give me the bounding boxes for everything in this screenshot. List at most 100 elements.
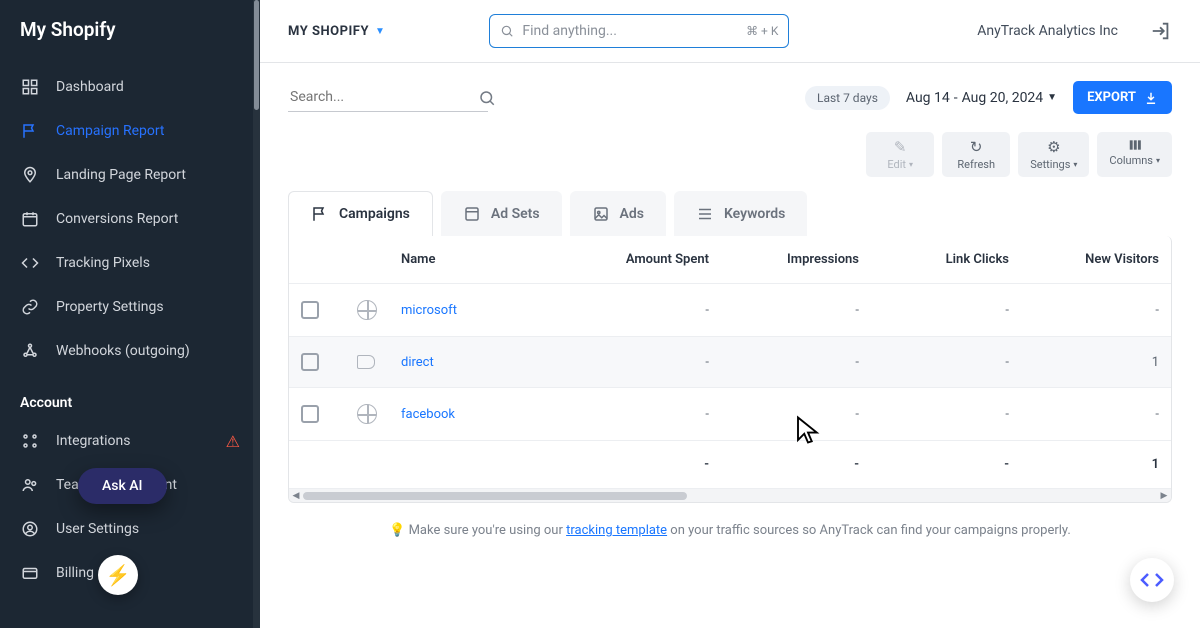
- globe-icon: [357, 404, 377, 424]
- tabs: Campaigns Ad Sets Ads Keywords: [288, 191, 1172, 236]
- columns-icon: [1127, 138, 1143, 152]
- content: Last 7 days Aug 14 - Aug 20, 2024 ▼ EXPO…: [260, 63, 1200, 628]
- sidebar-item-label: Campaign Report: [56, 123, 165, 139]
- sidebar-item-label: Billing: [56, 565, 94, 581]
- org-name: AnyTrack Analytics Inc: [977, 23, 1118, 39]
- bolt-fab[interactable]: ⚡: [98, 555, 138, 595]
- user-icon: [20, 519, 40, 539]
- sidebar-section-account: Account: [0, 373, 260, 419]
- topbar: MY SHOPIFY ▼ Find anything... ⌘ + K AnyT…: [260, 0, 1200, 63]
- edit-button: ✎Edit▾: [866, 132, 934, 177]
- team-icon: [20, 475, 40, 495]
- sidebar: My Shopify Dashboard Campaign Report Lan…: [0, 0, 260, 628]
- table-row: microsoft - - - -: [289, 283, 1171, 336]
- sidebar-item-conversions[interactable]: Conversions Report: [0, 197, 260, 241]
- table-totals: - - - 1: [289, 440, 1171, 488]
- sidebar-item-campaign-report[interactable]: Campaign Report: [0, 109, 260, 153]
- sidebar-item-property-settings[interactable]: Property Settings: [0, 285, 260, 329]
- tab-ads[interactable]: Ads: [570, 191, 666, 236]
- tip-banner: 💡 Make sure you're using our tracking te…: [288, 503, 1172, 542]
- col-impr[interactable]: Impressions: [721, 236, 871, 283]
- flag-icon: [20, 121, 40, 141]
- sidebar-item-label: Webhooks (outgoing): [56, 343, 190, 359]
- sidebar-item-label: Landing Page Report: [56, 167, 186, 183]
- col-name[interactable]: Name: [389, 236, 571, 283]
- pin-icon: [20, 165, 40, 185]
- search-shortcut: ⌘ + K: [746, 24, 778, 38]
- row-name[interactable]: direct: [389, 337, 571, 387]
- help-fab[interactable]: [1130, 558, 1174, 602]
- search-icon: [478, 89, 496, 107]
- tab-adsets[interactable]: Ad Sets: [441, 191, 562, 236]
- table-row: direct - - - 1: [289, 336, 1171, 387]
- calendar-icon: [20, 209, 40, 229]
- columns-button[interactable]: Columns▾: [1097, 132, 1172, 177]
- sidebar-item-dashboard[interactable]: Dashboard: [0, 65, 260, 109]
- download-icon: [1144, 91, 1158, 105]
- brand-title: My Shopify: [0, 0, 260, 65]
- sidebar-item-label: Property Settings: [56, 299, 164, 315]
- main: MY SHOPIFY ▼ Find anything... ⌘ + K AnyT…: [260, 0, 1200, 628]
- search-icon: [500, 24, 514, 38]
- toolbar: ✎Edit▾ ↻Refresh ⚙Settings▾ Columns▾: [288, 132, 1172, 177]
- webhook-icon: [20, 341, 40, 361]
- globe-icon: [357, 300, 377, 320]
- table: Name Amount Spent Impressions Link Click…: [288, 236, 1172, 503]
- row-checkbox[interactable]: [301, 301, 319, 319]
- sidebar-item-landing-page[interactable]: Landing Page Report: [0, 153, 260, 197]
- settings-button[interactable]: ⚙Settings▾: [1018, 132, 1089, 177]
- tracking-template-link[interactable]: tracking template: [566, 523, 667, 538]
- sidebar-item-webhooks[interactable]: Webhooks (outgoing): [0, 329, 260, 373]
- row-name[interactable]: facebook: [389, 388, 571, 440]
- sidebar-scrollbar[interactable]: [253, 0, 260, 628]
- col-spent[interactable]: Amount Spent: [571, 236, 721, 283]
- tag-icon: [357, 355, 375, 369]
- refresh-icon: ↻: [970, 138, 983, 156]
- gear-icon: ⚙: [1047, 138, 1060, 156]
- layers-icon: [463, 205, 481, 223]
- table-header: Name Amount Spent Impressions Link Click…: [289, 236, 1171, 283]
- sidebar-item-label: Integrations: [56, 433, 130, 449]
- global-search-placeholder: Find anything...: [522, 23, 617, 39]
- col-clicks[interactable]: Link Clicks: [871, 236, 1021, 283]
- row-name[interactable]: microsoft: [389, 284, 571, 336]
- row-checkbox[interactable]: [301, 353, 319, 371]
- dashboard-icon: [20, 77, 40, 97]
- table-h-scrollbar[interactable]: ◀▶: [289, 488, 1171, 502]
- refresh-button[interactable]: ↻Refresh: [942, 132, 1010, 177]
- tab-keywords[interactable]: Keywords: [674, 191, 807, 236]
- table-row: facebook - - - -: [289, 387, 1171, 440]
- sidebar-item-label: Tracking Pixels: [56, 255, 150, 271]
- logout-icon[interactable]: [1150, 20, 1172, 42]
- chevron-down-icon: ▼: [1047, 92, 1057, 103]
- sidebar-item-integrations[interactable]: Integrations ⚠: [0, 419, 260, 463]
- bulb-icon: 💡: [389, 523, 405, 538]
- filter-row: Last 7 days Aug 14 - Aug 20, 2024 ▼ EXPO…: [288, 81, 1172, 114]
- sidebar-item-label: Conversions Report: [56, 211, 178, 227]
- pencil-icon: ✎: [894, 138, 907, 156]
- sidebar-item-tracking-pixels[interactable]: Tracking Pixels: [0, 241, 260, 285]
- code-icon: [20, 253, 40, 273]
- link-icon: [20, 297, 40, 317]
- warning-icon: ⚠: [226, 432, 240, 451]
- search-input[interactable]: [288, 83, 488, 112]
- sidebar-item-label: Dashboard: [56, 79, 124, 95]
- image-icon: [592, 205, 610, 223]
- ask-ai-button[interactable]: Ask AI: [78, 468, 167, 504]
- date-range-chip[interactable]: Last 7 days: [805, 86, 890, 110]
- card-icon: [20, 563, 40, 583]
- row-checkbox[interactable]: [301, 405, 319, 423]
- breadcrumb[interactable]: MY SHOPIFY ▼: [288, 24, 385, 39]
- col-nv[interactable]: New Visitors: [1021, 236, 1171, 283]
- tab-campaigns[interactable]: Campaigns: [288, 191, 433, 236]
- sidebar-item-label: User Settings: [56, 521, 139, 537]
- breadcrumb-label: MY SHOPIFY: [288, 24, 369, 39]
- chevron-down-icon: ▼: [375, 26, 385, 37]
- sidebar-item-user-settings[interactable]: User Settings: [0, 507, 260, 551]
- date-range-picker[interactable]: Aug 14 - Aug 20, 2024 ▼: [906, 90, 1057, 106]
- cursor-pointer: [795, 415, 821, 445]
- export-button[interactable]: EXPORT: [1073, 81, 1172, 114]
- integrations-icon: [20, 431, 40, 451]
- global-search[interactable]: Find anything... ⌘ + K: [489, 14, 789, 48]
- flag-icon: [311, 205, 329, 223]
